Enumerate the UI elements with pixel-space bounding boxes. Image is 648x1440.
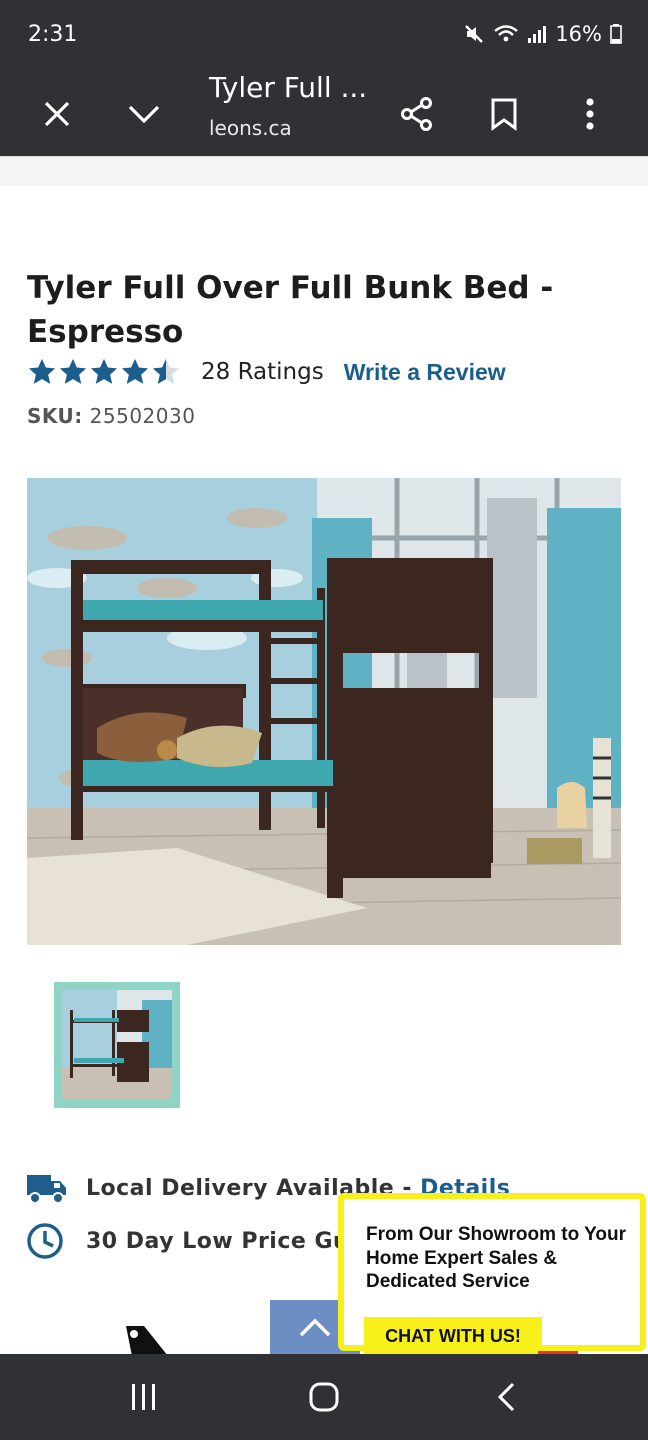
close-tab-button[interactable] <box>29 86 85 142</box>
product-title: Tyler Full Over Full Bunk Bed - Espresso <box>27 270 554 350</box>
signal-icon <box>527 23 547 45</box>
star-half-icon <box>151 357 181 387</box>
back-button[interactable] <box>470 1368 542 1426</box>
home-icon <box>309 1382 339 1412</box>
system-navigation-bar <box>0 1354 648 1440</box>
recent-apps-icon <box>132 1384 155 1410</box>
minimize-button[interactable] <box>116 86 172 142</box>
browser-toolbar: Tyler Full ... leons.ca <box>0 71 648 156</box>
sku-label: SKU: <box>27 404 83 428</box>
page-title-area[interactable]: Tyler Full ... leons.ca <box>209 71 369 156</box>
chat-popup[interactable]: From Our Showroom to Your Home Expert Sa… <box>338 1193 646 1355</box>
status-bar: 2:31 16% <box>0 0 648 72</box>
product-main-image[interactable] <box>27 478 621 945</box>
chat-message: From Our Showroom to Your Home Expert Sa… <box>366 1224 627 1292</box>
share-button[interactable] <box>389 86 445 142</box>
home-button[interactable] <box>288 1368 360 1426</box>
star-full-icon <box>120 357 150 387</box>
back-icon <box>497 1382 515 1412</box>
star-rating[interactable] <box>27 357 181 387</box>
bookmark-icon <box>491 98 517 131</box>
more-options-button[interactable] <box>562 86 618 142</box>
ratings-count[interactable]: 28 Ratings <box>201 359 324 385</box>
recent-apps-button[interactable] <box>108 1368 180 1426</box>
chevron-down-icon <box>128 105 160 124</box>
bookmark-button[interactable] <box>476 86 532 142</box>
close-icon <box>44 101 70 127</box>
star-full-icon <box>27 357 57 387</box>
product-thumbnail[interactable] <box>54 982 180 1108</box>
chevron-up-icon <box>299 1318 331 1337</box>
clock-icon <box>27 1223 63 1259</box>
price-guarantee-row: 30 Day Low Price Gu <box>26 1221 349 1261</box>
header-strip <box>0 156 648 186</box>
battery-icon <box>610 23 622 45</box>
chat-with-us-button[interactable]: CHAT WITH US! <box>364 1317 542 1355</box>
page-url: leons.ca <box>209 116 292 140</box>
share-icon <box>401 97 432 131</box>
delivery-truck-icon <box>27 1175 66 1204</box>
battery-text: 16% <box>555 22 602 46</box>
wifi-icon <box>493 23 519 45</box>
sku-value: 25502030 <box>89 404 196 428</box>
star-full-icon <box>89 357 119 387</box>
rating-row: 28 Ratings Write a Review <box>27 352 506 392</box>
status-icons: 16% <box>463 22 622 46</box>
write-review-link[interactable]: Write a Review <box>344 359 506 386</box>
star-full-icon <box>58 357 88 387</box>
mute-icon <box>463 23 485 45</box>
status-time: 2:31 <box>28 22 78 47</box>
price-guarantee-text: 30 Day Low Price Gu <box>86 1228 350 1254</box>
page-title: Tyler Full ... <box>209 71 368 104</box>
more-vert-icon <box>586 98 594 130</box>
sku: SKU: 25502030 <box>27 404 195 428</box>
